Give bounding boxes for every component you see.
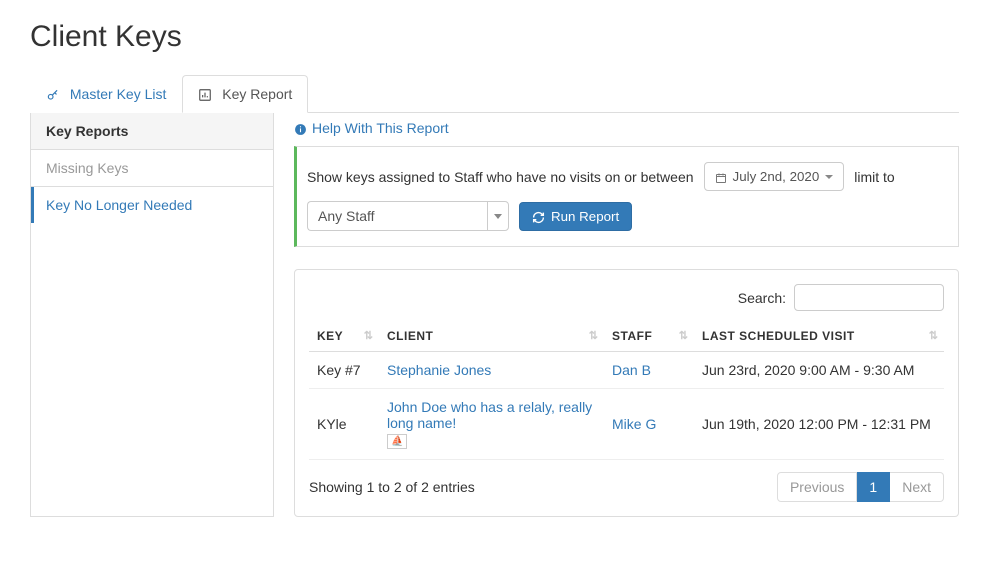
sidebar-item-missing-keys[interactable]: Missing Keys <box>31 150 273 187</box>
calendar-icon <box>715 169 727 184</box>
staff-link[interactable]: Mike G <box>612 416 656 432</box>
cell-staff: Mike G <box>604 389 694 460</box>
client-link[interactable]: John Doe who has a relaly, really long n… <box>387 399 592 431</box>
staff-select[interactable]: Any Staff <box>307 201 509 231</box>
sidebar-header: Key Reports <box>31 113 273 150</box>
date-picker-button[interactable]: July 2nd, 2020 <box>704 162 845 191</box>
search-input[interactable] <box>794 284 944 311</box>
date-value: July 2nd, 2020 <box>733 169 820 184</box>
pagination: Previous 1 Next <box>777 472 944 502</box>
table-row: KYle John Doe who has a relaly, really l… <box>309 389 944 460</box>
col-staff[interactable]: STAFF⇅ <box>604 321 694 352</box>
cell-key: Key #7 <box>309 352 379 389</box>
filter-prefix: Show keys assigned to Staff who have no … <box>307 169 694 185</box>
tab-label: Master Key List <box>70 86 166 102</box>
page-title: Client Keys <box>30 20 959 54</box>
page-next-button[interactable]: Next <box>890 472 944 502</box>
chevron-down-icon <box>494 214 502 219</box>
tab-key-report[interactable]: Key Report <box>182 75 308 113</box>
page-prev-button[interactable]: Previous <box>777 472 857 502</box>
limit-label: limit to <box>854 169 894 185</box>
warning-badge-icon: ⛵ <box>387 434 407 449</box>
sort-icon: ⇅ <box>929 329 936 342</box>
page-number-button[interactable]: 1 <box>857 472 890 502</box>
sidebar-item-key-no-longer-needed[interactable]: Key No Longer Needed <box>31 187 273 223</box>
tab-master-key-list[interactable]: Master Key List <box>30 75 182 113</box>
run-report-button[interactable]: Run Report <box>519 202 632 231</box>
key-icon <box>46 86 60 102</box>
sidebar: Key Reports Missing Keys Key No Longer N… <box>30 112 274 517</box>
results-panel: Search: KEY⇅ CLIENT⇅ STAFF⇅ LAST SCHEDUL… <box>294 269 959 517</box>
cell-visit: Jun 19th, 2020 12:00 PM - 12:31 PM <box>694 389 944 460</box>
cell-staff: Dan B <box>604 352 694 389</box>
cell-key: KYle <box>309 389 379 460</box>
staff-selected-value: Any Staff <box>307 201 487 231</box>
sort-icon: ⇅ <box>679 329 686 342</box>
cell-client: Stephanie Jones <box>379 352 604 389</box>
col-key[interactable]: KEY⇅ <box>309 321 379 352</box>
table-info: Showing 1 to 2 of 2 entries <box>309 479 475 495</box>
client-link[interactable]: Stephanie Jones <box>387 362 491 378</box>
refresh-icon <box>532 209 545 224</box>
tab-bar: Master Key List Key Report <box>30 74 959 113</box>
help-label: Help With This Report <box>312 120 449 136</box>
search-label: Search: <box>738 290 786 306</box>
info-icon <box>294 120 307 136</box>
staff-link[interactable]: Dan B <box>612 362 651 378</box>
table-row: Key #7 Stephanie Jones Dan B Jun 23rd, 2… <box>309 352 944 389</box>
filter-panel: Show keys assigned to Staff who have no … <box>294 146 959 247</box>
staff-dropdown-toggle[interactable] <box>487 201 509 231</box>
col-visit[interactable]: LAST SCHEDULED VISIT⇅ <box>694 321 944 352</box>
tab-label: Key Report <box>222 86 292 102</box>
sort-icon: ⇅ <box>589 329 596 342</box>
cell-visit: Jun 23rd, 2020 9:00 AM - 9:30 AM <box>694 352 944 389</box>
results-table: KEY⇅ CLIENT⇅ STAFF⇅ LAST SCHEDULED VISIT… <box>309 321 944 460</box>
sort-icon: ⇅ <box>364 329 371 342</box>
cell-client: John Doe who has a relaly, really long n… <box>379 389 604 460</box>
run-label: Run Report <box>551 209 619 224</box>
chevron-down-icon <box>825 175 833 179</box>
chart-icon <box>198 86 212 102</box>
help-link[interactable]: Help With This Report <box>294 120 449 136</box>
col-client[interactable]: CLIENT⇅ <box>379 321 604 352</box>
